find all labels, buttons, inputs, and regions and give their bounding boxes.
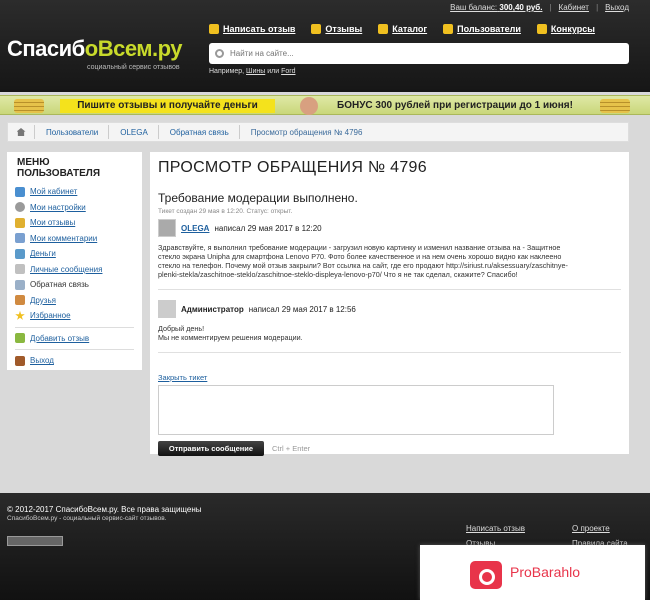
nav-catalog[interactable]: Каталог [378, 24, 427, 34]
sidebar-item-cabinet[interactable]: Мой кабинет [15, 184, 134, 200]
breadcrumb: Пользователи OLEGA Обратная связь Просмо… [7, 122, 629, 142]
comments-icon [15, 233, 25, 244]
site-header: Ваш баланс: 300,40 руб. | Кабинет | Выхо… [0, 0, 650, 92]
lightbulb-icon [536, 24, 547, 34]
breadcrumb-user[interactable]: OLEGA [108, 124, 158, 139]
add-review-icon [15, 333, 25, 344]
user-message: Здравствуйте, я выполнил требование моде… [158, 243, 568, 279]
feedback-icon [15, 279, 25, 290]
search-box [209, 43, 629, 64]
admin-avatar-icon [158, 300, 176, 318]
user-name-link[interactable]: OLEGA [181, 224, 209, 233]
message-date: написал 29 мая 2017 в 12:20 [214, 223, 322, 233]
sidebar-item-money[interactable]: Деньги [15, 246, 134, 262]
site-tagline: социальный сервис отзывов [87, 64, 180, 71]
cabinet-link[interactable]: Кабинет [559, 3, 589, 12]
pencil-icon [209, 24, 219, 34]
user-menu: МЕНЮ ПОЛЬЗОВАТЕЛЯ Мой кабинет Мои настро… [7, 152, 142, 370]
nav-users[interactable]: Пользователи [443, 24, 521, 34]
message-author: OLEGA написал 29 мая 2017 в 12:20 [158, 219, 621, 237]
page-title: ПРОСМОТР ОБРАЩЕНИЯ № 4796 [158, 159, 427, 176]
close-ticket-link[interactable]: Закрыть тикет [158, 373, 621, 382]
nav-write-review[interactable]: Написать отзыв [209, 24, 295, 34]
friends-icon [15, 295, 25, 306]
sidebar-item-feedback[interactable]: Обратная связь [15, 277, 134, 293]
reply-textarea[interactable] [158, 385, 554, 435]
nav-reviews[interactable]: Отзывы [311, 24, 362, 34]
promo-person-image [300, 97, 318, 115]
site-logo[interactable]: СпасибоВсем.ру [7, 36, 183, 62]
door-icon [15, 355, 25, 366]
ticket-view: ПРОСМОТР ОБРАЩЕНИЯ № 4796 Требование мод… [150, 152, 629, 456]
camera-icon [470, 561, 502, 589]
admin-message: Добрый день! Мы не комментируем решения … [158, 324, 303, 342]
main-nav: Написать отзыв Отзывы Каталог Пользовате… [209, 24, 595, 34]
sidebar-item-messages[interactable]: Личные сообщения [15, 262, 134, 278]
breadcrumb-current: Просмотр обращения № 4796 [238, 124, 373, 139]
sidebar-item-favorites[interactable]: Избранное [15, 308, 134, 324]
example-link-tires[interactable]: Шины [246, 68, 265, 75]
search-input[interactable] [230, 49, 610, 58]
ad-overlay[interactable]: ProBarahlo [420, 545, 645, 600]
breadcrumb-feedback[interactable]: Обратная связь [157, 124, 239, 139]
ticket-subject: Требование модерации выполнено. [158, 191, 358, 205]
star-icon [15, 310, 25, 320]
review-icon [15, 217, 25, 228]
avatar [158, 219, 176, 237]
gear-icon [15, 202, 25, 213]
sidebar-item-reviews[interactable]: Мои отзывы [15, 215, 134, 231]
money-icon [15, 248, 25, 259]
sidebar-item-comments[interactable]: Мои комментарии [15, 231, 134, 247]
footer-subline: СпасибоВсем.ру - социальный сервис-сайт … [7, 515, 167, 522]
ticket-meta: Тикет создан 29 мая в 12:20. Статус: отк… [158, 208, 293, 215]
promo-banner[interactable]: Пишите отзывы и получайте деньги БОНУС 3… [0, 95, 650, 115]
user-icon [15, 186, 25, 197]
footer-copyright: © 2012-2017 СпасибоВсем.ру. Все права за… [7, 505, 202, 514]
coins-icon [600, 99, 630, 113]
admin-date: написал 29 мая 2017 в 12:56 [248, 304, 356, 314]
user-menu-title: МЕНЮ ПОЛЬЗОВАТЕЛЯ [17, 157, 101, 179]
send-hint: Ctrl + Enter [272, 444, 311, 453]
example-link-ford[interactable]: Ford [281, 68, 295, 75]
logout-link[interactable]: Выход [605, 3, 629, 12]
envelope-icon [15, 264, 25, 275]
coins-icon [14, 99, 44, 113]
admin-name: Администратор [181, 304, 244, 314]
admin-author: Администратор написал 29 мая 2017 в 12:5… [158, 300, 621, 318]
users-icon [443, 24, 454, 34]
nav-contests[interactable]: Конкурсы [536, 24, 595, 34]
sidebar-add-review[interactable]: Добавить отзыв [15, 331, 134, 347]
footer-about[interactable]: О проекте [572, 524, 610, 533]
comment-icon [311, 24, 322, 34]
send-message-button[interactable]: Отправить сообщение [158, 441, 264, 456]
promo-left-text: Пишите отзывы и получайте деньги [60, 99, 275, 113]
sidebar-logout[interactable]: Выход [15, 353, 134, 369]
sidebar-item-settings[interactable]: Мои настройки [15, 200, 134, 216]
visit-counter[interactable] [7, 536, 63, 546]
ad-text: ProBarahlo [510, 564, 581, 580]
breadcrumb-users[interactable]: Пользователи [34, 124, 108, 139]
search-icon[interactable] [215, 49, 224, 58]
home-icon[interactable] [8, 128, 34, 136]
folder-icon [378, 24, 389, 34]
sidebar-item-friends[interactable]: Друзья [15, 293, 134, 309]
promo-right-text: БОНУС 300 рублей при регистрации до 1 ию… [337, 100, 573, 111]
footer-write-review[interactable]: Написать отзыв [466, 524, 525, 533]
account-links: Ваш баланс: 300,40 руб. | Кабинет | Выхо… [450, 3, 629, 12]
search-examples: Например, Шины или Ford [209, 68, 296, 75]
balance-link[interactable]: Ваш баланс: 300,40 руб. [450, 3, 542, 12]
